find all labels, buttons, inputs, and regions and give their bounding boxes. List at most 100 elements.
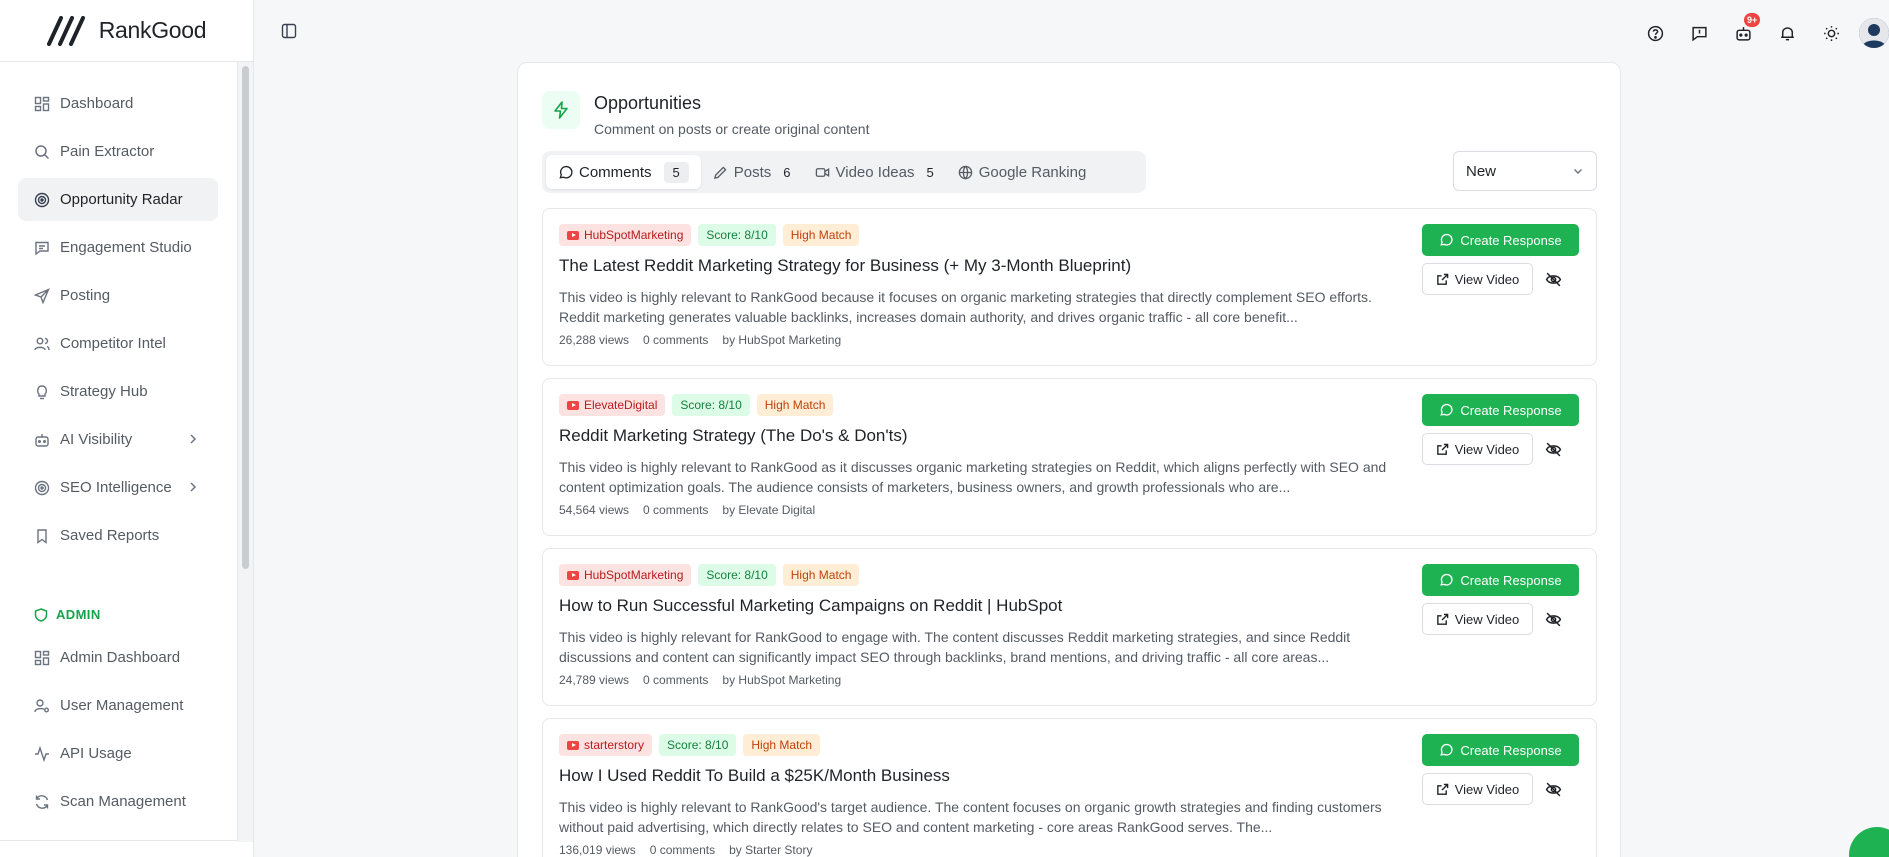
channel-tag[interactable]: ElevateDigital: [559, 394, 666, 416]
sidebar-item-opportunity-radar[interactable]: Opportunity Radar: [18, 178, 218, 221]
sidebar-item-scan-management[interactable]: Scan Management: [18, 780, 218, 823]
message-circle-icon: [1440, 743, 1453, 756]
view-video-label: View Video: [1454, 271, 1520, 287]
create-response-button[interactable]: Create Response: [1422, 564, 1579, 596]
channel-name: ElevateDigital: [584, 398, 658, 412]
sidebar-item-dashboard[interactable]: Dashboard: [18, 82, 218, 125]
sidebar-item-seo-intelligence[interactable]: SEO Intelligence: [18, 466, 218, 509]
help-button[interactable]: [1633, 20, 1677, 46]
card-title[interactable]: How I Used Reddit To Build a $25K/Month …: [559, 766, 950, 786]
card-title[interactable]: The Latest Reddit Marketing Strategy for…: [559, 256, 1131, 276]
card-meta: 54,564 views 0 comments by Elevate Digit…: [559, 503, 815, 517]
hide-button[interactable]: [1543, 779, 1563, 799]
sidebar-item-label: Dashboard: [60, 95, 134, 112]
sort-select[interactable]: New: [1453, 151, 1597, 191]
create-response-button[interactable]: Create Response: [1422, 394, 1579, 426]
external-link-icon: [1436, 443, 1449, 455]
top-bar-actions: 9+: [1633, 13, 1889, 48]
main-content: 9+ Opportunities Comment on posts or cre…: [254, 0, 1889, 857]
card-meta: 136,019 views 0 comments by Starter Stor…: [559, 843, 812, 857]
sidebar-scrollbar[interactable]: [237, 62, 253, 842]
sidebar-item-strategy-hub[interactable]: Strategy Hub: [18, 370, 218, 413]
card-title[interactable]: Reddit Marketing Strategy (The Do's & Do…: [559, 426, 908, 446]
help-circle-icon: [1647, 25, 1663, 41]
user-cog-icon: [34, 698, 50, 714]
channel-tag[interactable]: starterstory: [559, 734, 653, 756]
sidebar-item-label: Pain Extractor: [60, 143, 155, 160]
channel-tag[interactable]: HubSpotMarketing: [559, 564, 692, 586]
opportunity-card: HubSpotMarketing Score: 8/10 High Match …: [542, 208, 1597, 366]
create-response-label: Create Response: [1460, 232, 1562, 248]
create-response-label: Create Response: [1460, 402, 1562, 418]
comment-count: 0 comments: [643, 673, 709, 687]
author: by Starter Story: [729, 843, 813, 857]
view-count: 26,288 views: [559, 333, 630, 347]
sidebar-item-label: Admin Dashboard: [60, 649, 181, 666]
sidebar-item-posting[interactable]: Posting: [18, 274, 218, 317]
create-response-button[interactable]: Create Response: [1422, 734, 1579, 766]
card-tags: starterstory Score: 8/10 High Match: [559, 734, 821, 756]
refresh-icon: [34, 794, 50, 810]
user-avatar[interactable]: [1859, 18, 1889, 48]
hide-button[interactable]: [1543, 609, 1563, 629]
dashboard-icon: [34, 650, 50, 666]
sidebar-item-ai-visibility[interactable]: AI Visibility: [18, 418, 218, 461]
create-response-button[interactable]: Create Response: [1422, 224, 1579, 256]
view-count: 54,564 views: [559, 503, 630, 517]
sidebar-item-label: AI Visibility: [60, 431, 133, 448]
video-icon: [815, 167, 829, 177]
message-square-icon: [1691, 26, 1707, 41]
external-link-icon: [1436, 613, 1449, 625]
card-title[interactable]: How to Run Successful Marketing Campaign…: [559, 596, 1062, 616]
sidebar-scrollbar-thumb[interactable]: [242, 66, 249, 569]
score-badge: Score: 8/10: [672, 394, 750, 416]
notification-count-badge: 9+: [1744, 13, 1761, 27]
view-video-button[interactable]: View Video: [1422, 603, 1533, 635]
card-tags: HubSpotMarketing Score: 8/10 High Match: [559, 224, 860, 246]
sidebar-item-user-management[interactable]: User Management: [18, 684, 218, 727]
opportunity-card: ElevateDigital Score: 8/10 High Match Re…: [542, 378, 1597, 536]
sidebar-item-label: API Usage: [60, 745, 132, 762]
chat-support-button[interactable]: [1849, 827, 1889, 857]
sidebar-item-api-usage[interactable]: API Usage: [18, 732, 218, 775]
top-bar: 9+: [254, 0, 1889, 62]
view-video-button[interactable]: View Video: [1422, 773, 1533, 805]
sidebar-item-admin-dashboard[interactable]: Admin Dashboard: [18, 636, 218, 679]
tab-comments[interactable]: Comments 5: [546, 155, 701, 189]
lightbulb-icon: [34, 384, 50, 400]
score-badge: Score: 8/10: [659, 734, 737, 756]
brand-logo[interactable]: RankGood: [46, 15, 207, 46]
sidebar-toggle-button[interactable]: [276, 18, 302, 44]
channel-tag[interactable]: HubSpotMarketing: [559, 224, 692, 246]
tab-posts[interactable]: Posts 6: [701, 155, 803, 189]
brand-name: RankGood: [98, 17, 207, 43]
message-icon: [34, 240, 50, 256]
card-description: This video is highly relevant to RankGoo…: [559, 799, 1382, 835]
sidebar-item-pain-extractor[interactable]: Pain Extractor: [18, 130, 218, 173]
sidebar-item-engagement-studio[interactable]: Engagement Studio: [18, 226, 218, 269]
sidebar-item-saved-reports[interactable]: Saved Reports: [18, 514, 218, 557]
view-video-button[interactable]: View Video: [1422, 263, 1533, 295]
hide-button[interactable]: [1543, 269, 1563, 289]
sidebar-item-label: Saved Reports: [60, 527, 160, 544]
youtube-icon: [567, 400, 579, 410]
tab-label: Posts: [733, 163, 772, 181]
match-badge: High Match: [782, 564, 860, 586]
feedback-button[interactable]: [1677, 20, 1721, 46]
sidebar-footer: [0, 840, 238, 857]
hide-button[interactable]: [1543, 439, 1563, 459]
tab-video-ideas[interactable]: Video Ideas 5: [803, 155, 946, 189]
sidebar-item-competitor-intel[interactable]: Competitor Intel: [18, 322, 218, 365]
theme-toggle-button[interactable]: [1809, 20, 1853, 46]
sidebar-item-label: Strategy Hub: [60, 383, 148, 400]
notifications-button[interactable]: [1765, 20, 1809, 46]
sidebar-item-label: User Management: [60, 697, 184, 714]
tab-google-ranking[interactable]: Google Ranking: [946, 155, 1099, 189]
card-description: This video is highly relevant to RankGoo…: [559, 459, 1387, 495]
ai-assistant-button[interactable]: 9+: [1721, 13, 1765, 46]
tab-label: Google Ranking: [978, 163, 1087, 181]
message-circle-icon: [559, 165, 573, 178]
create-response-label: Create Response: [1460, 572, 1562, 588]
youtube-icon: [567, 740, 579, 750]
view-video-button[interactable]: View Video: [1422, 433, 1533, 465]
